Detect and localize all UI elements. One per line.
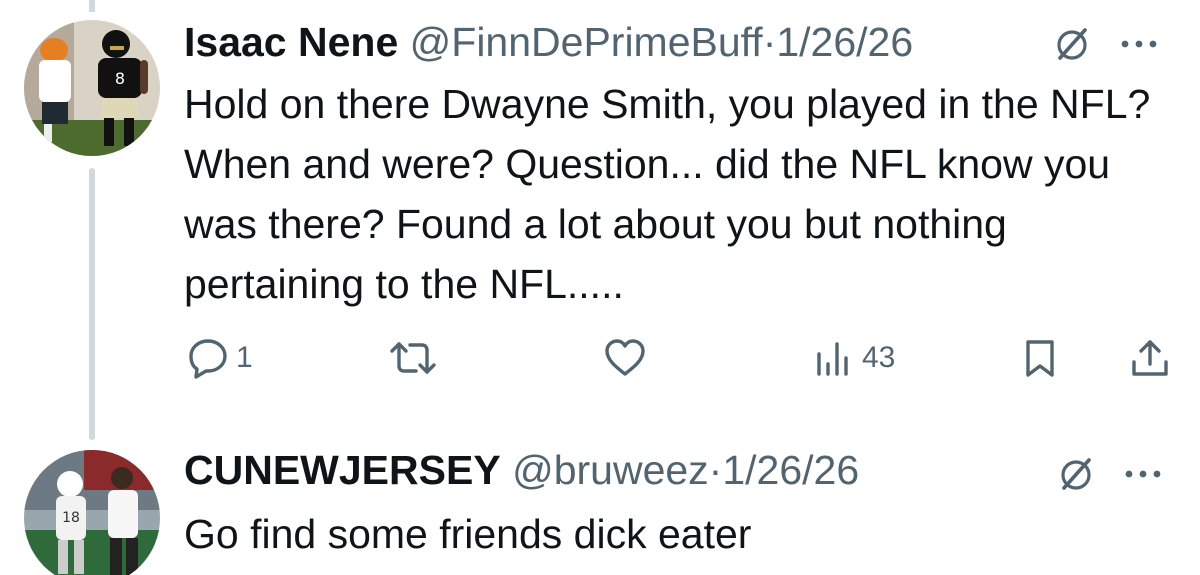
tweet-text: Hold on there Dwayne Smith, you played i… xyxy=(184,81,1151,307)
repost-arrows-icon xyxy=(390,342,436,374)
tweet-date[interactable]: 1/26/26 xyxy=(776,19,913,65)
ellipsis-icon[interactable] xyxy=(1118,34,1160,54)
tweet-text: Go find some friends dick eater xyxy=(184,511,752,557)
bookmark-button[interactable] xyxy=(1020,330,1060,386)
avatar[interactable]: 18 xyxy=(24,450,160,575)
views-button[interactable]: 43 xyxy=(812,330,895,386)
tweet-date[interactable]: 1/26/26 xyxy=(722,447,859,493)
share-button[interactable] xyxy=(1128,330,1172,386)
bookmark-icon xyxy=(1026,340,1054,377)
tweet-thread: 8 Isaac Nene @FinnDePrimeBuff·1/26/26 Ho… xyxy=(0,0,1200,575)
views-count: 43 xyxy=(862,341,896,374)
tweet-header: CUNEWJERSEY @bruweez·1/26/26 xyxy=(184,446,859,494)
tweet-header: Isaac Nene @FinnDePrimeBuff·1/26/26 xyxy=(184,18,913,66)
grok-slash-icon[interactable] xyxy=(1052,24,1092,64)
thread-connector-line xyxy=(89,168,95,440)
heart-icon xyxy=(605,339,645,376)
tweet-action-bar: 1 43 xyxy=(0,330,1200,386)
user-handle[interactable]: @bruweez xyxy=(512,447,709,493)
separator-dot: · xyxy=(762,19,777,65)
repost-button[interactable] xyxy=(388,330,444,386)
display-name[interactable]: CUNEWJERSEY xyxy=(184,447,501,493)
share-upload-icon xyxy=(1132,340,1168,376)
avatar[interactable]: 8 xyxy=(24,20,160,156)
user-handle[interactable]: @FinnDePrimeBuff xyxy=(410,19,763,65)
reply-bubble-icon xyxy=(189,339,227,379)
avatar-photo-sideline: 18 xyxy=(24,450,160,575)
grok-slash-icon[interactable] xyxy=(1056,454,1096,494)
display-name[interactable]: Isaac Nene xyxy=(184,19,398,65)
thread-connector-top xyxy=(89,0,95,12)
svg-text:8: 8 xyxy=(115,69,125,88)
reply-button[interactable]: 1 xyxy=(186,330,253,386)
separator-dot: · xyxy=(708,447,723,493)
svg-text:18: 18 xyxy=(62,510,80,526)
like-button[interactable] xyxy=(602,330,654,386)
bar-chart-icon xyxy=(817,342,848,376)
avatar-photo-football-players: 8 xyxy=(24,20,160,156)
reply-count: 1 xyxy=(236,341,253,374)
ellipsis-icon[interactable] xyxy=(1122,464,1164,484)
